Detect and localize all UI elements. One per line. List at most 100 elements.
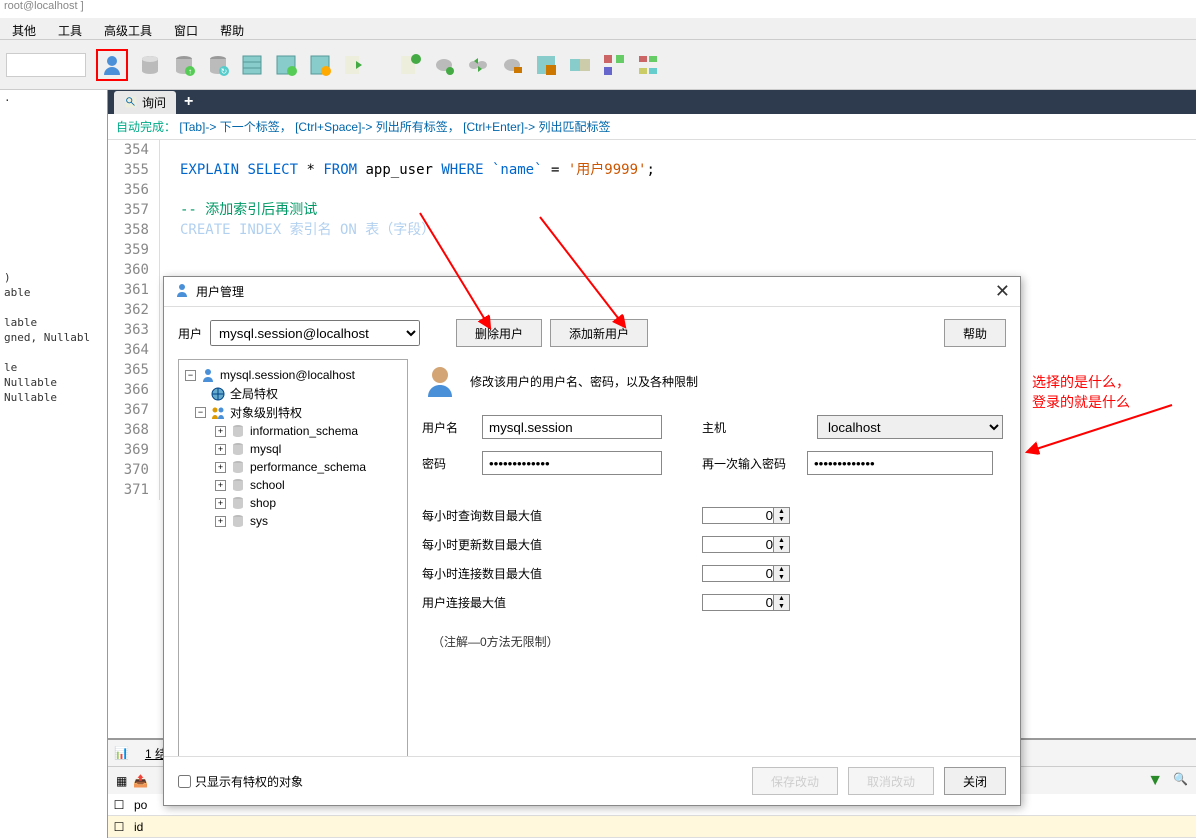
spin-down-icon[interactable]: ▼ — [774, 545, 789, 553]
line-gutter: 354355356357358359 360361362363364365 36… — [108, 140, 160, 500]
main-toolbar: ↑ ↻ — [0, 40, 1196, 90]
password-input[interactable] — [482, 451, 662, 475]
icon-f[interactable] — [602, 53, 626, 77]
limit1-input[interactable] — [703, 508, 773, 523]
host-select[interactable]: localhost — [817, 415, 1003, 439]
limit2-input[interactable] — [703, 537, 773, 552]
save-button: 保存改动 — [752, 767, 838, 795]
expander-icon[interactable]: + — [215, 498, 226, 509]
username-input[interactable] — [482, 415, 662, 439]
export-icon[interactable]: 📤 — [133, 774, 148, 788]
add-user-button[interactable]: 添加新用户 — [550, 319, 648, 347]
limit4-label: 用户连接最大值 — [422, 594, 552, 611]
cancel-button: 取消改动 — [848, 767, 934, 795]
help-button[interactable]: 帮助 — [944, 319, 1006, 347]
show-priv-checkbox[interactable]: 只显示有特权的对象 — [178, 773, 303, 790]
privilege-tree[interactable]: − mysql.session@localhost 全局特权 − 对象级别特权 … — [178, 359, 408, 765]
new-tab-button[interactable]: + — [176, 93, 201, 111]
icon-g[interactable] — [636, 53, 660, 77]
password2-label: 再一次输入密码 — [702, 455, 797, 472]
db-icon — [230, 477, 246, 493]
user-manage-icon[interactable] — [100, 53, 124, 77]
expander-icon[interactable]: + — [215, 480, 226, 491]
limit2-label: 每小时更新数目最大值 — [422, 536, 552, 553]
user-form: 修改该用户的用户名、密码，以及各种限制 用户名 主机 localhost 密码 … — [422, 359, 1006, 765]
db-icon — [230, 459, 246, 475]
icon-execute[interactable] — [342, 53, 366, 77]
limit4-input[interactable] — [703, 595, 773, 610]
tree-db-label[interactable]: mysql — [250, 442, 281, 456]
expander-icon[interactable]: + — [215, 516, 226, 527]
menu-window[interactable]: 窗口 — [170, 20, 202, 37]
spin-up-icon[interactable]: ▲ — [774, 508, 789, 516]
table-icon-1[interactable] — [240, 53, 264, 77]
user-select[interactable]: mysql.session@localhost — [210, 320, 420, 346]
expander-icon[interactable]: + — [215, 426, 226, 437]
limit3-input[interactable] — [703, 566, 773, 581]
menu-bar: 其他 工具 高级工具 窗口 帮助 — [0, 18, 1196, 40]
query-tab-bar: 询问 + — [108, 90, 1196, 114]
menu-other[interactable]: 其他 — [8, 20, 40, 37]
user-manage-highlight — [96, 49, 128, 81]
query-tab[interactable]: 询问 — [114, 91, 176, 114]
password-label: 密码 — [422, 455, 472, 472]
tree-global-label[interactable]: 全局特权 — [230, 385, 278, 402]
result-tab-icon: 📊 — [114, 746, 129, 760]
tree-object-label[interactable]: 对象级别特权 — [230, 404, 302, 421]
tree-db-label[interactable]: information_schema — [250, 424, 358, 438]
db-icon-3[interactable]: ↻ — [206, 53, 230, 77]
expander-icon[interactable]: + — [215, 444, 226, 455]
connection-dropdown[interactable] — [6, 53, 86, 77]
users-icon — [210, 405, 226, 421]
tree-db-label[interactable]: shop — [250, 496, 276, 510]
search-result-icon[interactable]: 🔍 — [1173, 772, 1188, 790]
menu-help[interactable]: 帮助 — [216, 20, 248, 37]
user-icon — [200, 367, 216, 383]
globe-icon — [210, 386, 226, 402]
icon-b[interactable] — [432, 53, 456, 77]
spin-up-icon[interactable]: ▲ — [774, 537, 789, 545]
db-icon — [230, 423, 246, 439]
close-icon[interactable]: ✕ — [995, 281, 1010, 302]
close-button[interactable]: 关闭 — [944, 767, 1006, 795]
db-icon — [230, 495, 246, 511]
spin-down-icon[interactable]: ▼ — [774, 574, 789, 582]
tree-root-label: mysql.session@localhost — [220, 368, 355, 382]
limit1-label: 每小时查询数目最大值 — [422, 507, 552, 524]
table-icon-3[interactable] — [308, 53, 332, 77]
tree-db-label[interactable]: sys — [250, 514, 268, 528]
dialog-user-icon — [174, 282, 190, 301]
db-icon-1[interactable] — [138, 53, 162, 77]
expander-icon[interactable]: − — [195, 407, 206, 418]
username-label: 用户名 — [422, 419, 472, 436]
menu-advanced[interactable]: 高级工具 — [100, 20, 156, 37]
query-tab-icon — [124, 95, 138, 109]
icon-a[interactable] — [398, 53, 422, 77]
expander-icon[interactable]: + — [215, 462, 226, 473]
svg-text:↑: ↑ — [188, 67, 192, 76]
filter-icon[interactable]: ▼ — [1147, 772, 1163, 790]
user-avatar-icon — [422, 363, 458, 399]
spin-down-icon[interactable]: ▼ — [774, 516, 789, 524]
tree-db-label[interactable]: school — [250, 478, 285, 492]
spin-up-icon[interactable]: ▲ — [774, 566, 789, 574]
dialog-title-text: 用户管理 — [196, 283, 244, 300]
limit-note: （注解—0方法无限制） — [422, 623, 1006, 650]
icon-sync[interactable] — [466, 53, 490, 77]
spin-up-icon[interactable]: ▲ — [774, 595, 789, 603]
svg-text:↻: ↻ — [221, 67, 228, 76]
password2-input[interactable] — [807, 451, 993, 475]
user-select-label: 用户 — [178, 325, 202, 342]
icon-e[interactable] — [568, 53, 592, 77]
tree-db-label[interactable]: performance_schema — [250, 460, 366, 474]
expander-icon[interactable]: − — [185, 370, 196, 381]
table-icon-2[interactable] — [274, 53, 298, 77]
autocomplete-hint: 自动完成： [Tab]-> 下一个标签， [Ctrl+Space]-> 列出所有… — [108, 114, 1196, 140]
grid-icon[interactable]: ▦ — [116, 774, 127, 788]
spin-down-icon[interactable]: ▼ — [774, 603, 789, 611]
icon-d[interactable] — [534, 53, 558, 77]
delete-user-button[interactable]: 删除用户 — [456, 319, 542, 347]
icon-c[interactable] — [500, 53, 524, 77]
menu-tools[interactable]: 工具 — [54, 20, 86, 37]
db-icon-2[interactable]: ↑ — [172, 53, 196, 77]
